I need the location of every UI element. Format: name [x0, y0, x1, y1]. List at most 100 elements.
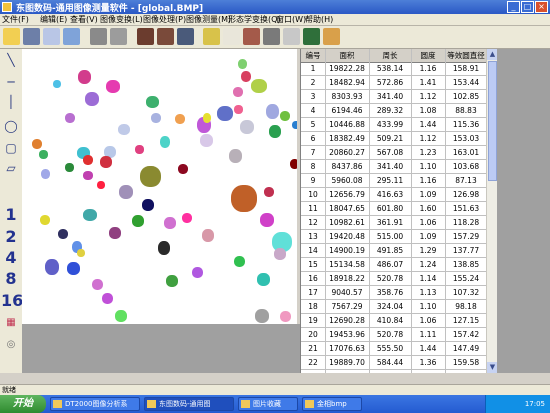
start-button[interactable]: 开始	[0, 395, 46, 413]
window-title: 东图数码-通用图像测量软件 - [global.BMP]	[16, 4, 204, 14]
print-icon[interactable]	[43, 28, 60, 45]
menu-image-process[interactable]: 图像处理(P)	[143, 14, 186, 25]
chart-icon[interactable]	[177, 28, 194, 45]
diagonal-line-icon[interactable]: ╲	[2, 53, 20, 67]
particle	[83, 155, 93, 165]
close-button[interactable]: ×	[535, 1, 548, 13]
measure-icon[interactable]	[243, 28, 260, 45]
table-row[interactable]: 17 9040.57 358.76 1.13 107.32	[301, 287, 487, 300]
circle-icon[interactable]: ◯	[2, 119, 20, 133]
table-cell: 358.76	[376, 288, 404, 297]
taskbar-item-dt2000[interactable]: DT2000图像分析系	[50, 397, 140, 411]
workspace-background	[22, 324, 300, 373]
eraser-icon[interactable]: ▱	[2, 161, 20, 175]
open-folder-icon[interactable]	[3, 28, 20, 45]
menu-help[interactable]: 帮助(H)	[305, 14, 333, 25]
particle	[200, 134, 213, 147]
menu-file[interactable]: 文件(F)	[2, 14, 29, 25]
video-icon[interactable]	[110, 28, 127, 45]
caliper-icon[interactable]	[263, 28, 280, 45]
menu-view[interactable]: 查看(V)	[70, 14, 98, 25]
table-row[interactable]: 8 8437.86 341.40 1.10 103.68	[301, 161, 487, 174]
taskbar-item-metallography[interactable]: 金相bmp	[302, 397, 362, 411]
col-perimeter-header[interactable]: 周长	[369, 49, 411, 62]
table-row[interactable]: 16 18918.22 520.78 1.14 155.24	[301, 273, 487, 286]
col-area-header[interactable]: 面积	[325, 49, 369, 62]
particle	[233, 87, 243, 97]
image-canvas[interactable]	[22, 49, 297, 324]
table-row[interactable]: 1 19822.28 538.14 1.16 158.91	[301, 63, 487, 76]
table-cell: 13	[308, 232, 318, 241]
ruler-icon[interactable]	[283, 28, 300, 45]
app-icon	[53, 400, 62, 408]
taskbar-item-dongtu[interactable]: 东图数码-通用图	[144, 397, 234, 411]
table-row[interactable]: 20 19453.96 520.78 1.11 157.42	[301, 329, 487, 342]
particle	[100, 156, 112, 168]
table-cell: 1.09	[419, 232, 437, 241]
table-row[interactable]: 10 12656.79 416.63 1.09 126.98	[301, 189, 487, 202]
table-row[interactable]: 13 19420.48 515.00 1.09 157.29	[301, 231, 487, 244]
table-row[interactable]: 14 14900.19 491.85 1.29 137.77	[301, 245, 487, 258]
table-row[interactable]: 7 20860.27 567.08 1.23 163.01	[301, 147, 487, 160]
histogram-icon[interactable]	[137, 28, 154, 45]
horizontal-line-icon[interactable]: ─	[2, 75, 20, 89]
table-row[interactable]: 4 6194.46 289.32 1.08 88.83	[301, 105, 487, 118]
menu-morphology[interactable]: 形态学变换(Q)	[228, 14, 281, 25]
pencil-icon[interactable]	[203, 28, 220, 45]
zoom-icon[interactable]: ◎	[2, 339, 20, 350]
table-row[interactable]: 15 15134.58 486.07 1.24 138.85	[301, 259, 487, 272]
table-row[interactable]: 18 7567.29 324.04 1.10 98.18	[301, 301, 487, 314]
line-width-8[interactable]: 8	[1, 270, 21, 288]
undo-icon[interactable]	[63, 28, 80, 45]
vertical-line-icon[interactable]: │	[2, 95, 20, 109]
table-cell: 19420.48	[329, 232, 365, 241]
camera-icon[interactable]	[90, 28, 107, 45]
table-row[interactable]: 19 12690.28 410.84 1.06 127.15	[301, 315, 487, 328]
table-cell: 14	[308, 246, 318, 255]
taskbar-item-pictures[interactable]: 图片收藏	[238, 397, 298, 411]
table-icon[interactable]	[303, 28, 320, 45]
table-cell: 584.44	[376, 358, 404, 367]
particle	[166, 275, 178, 287]
table-cell: 416.63	[376, 190, 404, 199]
line-width-16[interactable]: 16	[1, 292, 23, 310]
particle	[266, 104, 279, 119]
table-row[interactable]: 21 17076.63 555.50 1.44 147.49	[301, 343, 487, 356]
menu-image-measure[interactable]: 图像测量(M)	[186, 14, 231, 25]
col-id-header[interactable]: 编号	[301, 49, 325, 62]
line-width-4[interactable]: 4	[1, 249, 21, 267]
particle	[140, 166, 161, 187]
menu-edit[interactable]: 编辑(E)	[40, 14, 67, 25]
particle	[67, 262, 80, 275]
particle	[58, 229, 68, 239]
title-bar[interactable]: 东图数码-通用图像测量软件 - [global.BMP] _ □ ×	[0, 0, 550, 14]
table-cell: 153.03	[452, 134, 480, 143]
palette-icon[interactable]: ▦	[2, 317, 20, 328]
particle	[229, 149, 242, 163]
line-width-1[interactable]: 1	[1, 206, 21, 224]
line-width-2[interactable]: 2	[1, 228, 21, 246]
col-ecd-header[interactable]: 等效圆直径	[445, 49, 487, 62]
table-cell: 1.14	[419, 274, 437, 283]
table-cell: 1.13	[419, 288, 437, 297]
table-row[interactable]: 12 10982.61 361.91 1.06 118.28	[301, 217, 487, 230]
table-row[interactable]: 3 8303.93 341.40 1.12 102.85	[301, 91, 487, 104]
clock[interactable]: 17:05	[525, 395, 545, 413]
table-row[interactable]: 5 10446.88 433.99 1.44 115.36	[301, 119, 487, 132]
scroll-thumb[interactable]	[488, 61, 497, 181]
col-roundness-header[interactable]: 圆度	[411, 49, 445, 62]
histogram-2-icon[interactable]	[157, 28, 174, 45]
table-row[interactable]: 22 19889.70 584.44 1.36 159.58	[301, 357, 487, 370]
table-row[interactable]: 9 5960.08 295.11 1.16 87.13	[301, 175, 487, 188]
table-row[interactable]: 2 18482.94 572.86 1.41 153.44	[301, 77, 487, 90]
table-row[interactable]: 11 18047.65 601.80 1.60 151.63	[301, 203, 487, 216]
angle-icon[interactable]	[223, 28, 240, 45]
menu-window[interactable]: 窗口(W)	[276, 14, 306, 25]
menu-image-transform[interactable]: 图像变换(L)	[100, 14, 143, 25]
minimize-button[interactable]: _	[507, 1, 520, 13]
maximize-button[interactable]: □	[521, 1, 534, 13]
rectangle-icon[interactable]: ▢	[2, 141, 20, 155]
grid-icon[interactable]	[323, 28, 340, 45]
save-icon[interactable]	[23, 28, 40, 45]
table-row[interactable]: 6 18382.49 509.21 1.12 153.03	[301, 133, 487, 146]
